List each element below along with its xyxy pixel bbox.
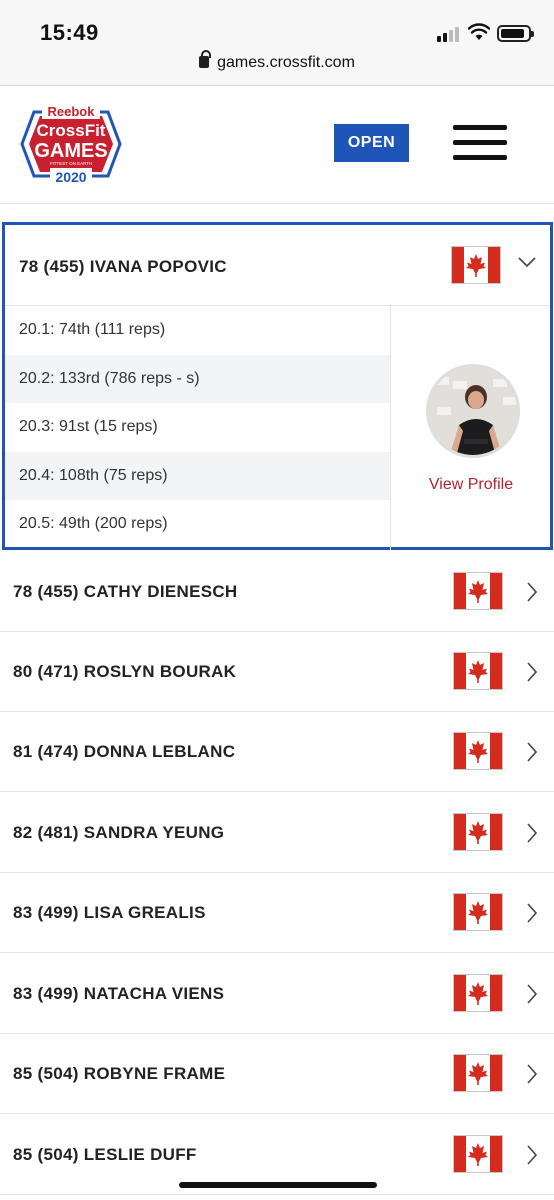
home-indicator[interactable] [179,1182,377,1188]
battery-level [501,29,525,38]
chevron-right-icon[interactable] [526,582,538,602]
avatar[interactable] [426,364,520,458]
event-score-row: 20.4: 108th (75 reps) [5,451,390,500]
event-score-row: 20.2: 133rd (786 reps - s) [5,354,390,403]
profile-pane: View Profile [392,306,550,550]
event-scores-list: 20.1: 74th (111 reps) 20.2: 133rd (786 r… [5,306,391,550]
canada-flag-icon [453,652,503,690]
url-text: games.crossfit.com [217,54,355,71]
canada-flag-icon [453,893,503,931]
status-bar: 15:49 [0,0,554,50]
svg-text:GAMES: GAMES [34,140,107,162]
battery-icon [497,25,534,42]
athlete-row[interactable]: 82 (481) SANDRA YEUNG [0,793,554,873]
athlete-name: 85 (504) LESLIE DUFF [13,1145,197,1164]
event-score-row: 20.3: 91st (15 reps) [19,418,158,436]
svg-text:FITTEST ON EARTH: FITTEST ON EARTH [50,161,93,166]
athlete-row[interactable]: 80 (471) ROSLYN BOURAK [0,632,554,712]
site-header: Reebok CrossFit GAMES FITTEST ON EARTH 2… [0,87,554,204]
hamburger-menu-icon[interactable] [453,125,509,161]
athlete-row[interactable]: 78 (455) CATHY DIENESCH [0,552,554,632]
svg-text:2020: 2020 [55,169,86,185]
chevron-right-icon[interactable] [526,903,538,923]
athlete-name: 83 (499) NATACHA VIENS [13,984,225,1003]
chevron-right-icon[interactable] [526,1145,538,1165]
view-profile-link[interactable]: View Profile [392,476,550,494]
chevron-right-icon[interactable] [526,984,538,1004]
canada-flag-icon [453,974,503,1012]
chevron-right-icon[interactable] [526,742,538,762]
cellular-signal-icon [437,26,461,42]
svg-text:CrossFit: CrossFit [37,121,106,140]
chevron-down-icon[interactable] [518,256,536,268]
canada-flag-icon [453,732,503,770]
athlete-row[interactable]: 81 (474) DONNA LEBLANC [0,712,554,792]
crossfit-games-logo[interactable]: Reebok CrossFit GAMES FITTEST ON EARTH 2… [20,104,122,186]
canada-flag-icon [453,1054,503,1092]
event-score-row: 20.1: 74th (111 reps) [19,321,166,339]
lock-icon [199,50,212,68]
canada-flag-icon [453,1135,503,1173]
chevron-right-icon[interactable] [526,823,538,843]
athlete-name: 78 (455) CATHY DIENESCH [13,582,238,601]
canada-flag-icon [453,572,503,610]
event-score-row: 20.5: 49th (200 reps) [19,515,168,533]
status-time: 15:49 [40,20,99,45]
expanded-athlete-header[interactable]: 78 (455) IVANA POPOVIC [5,225,550,306]
canada-flag-icon [453,813,503,851]
athlete-name: 80 (471) ROSLYN BOURAK [13,662,237,681]
svg-text:Reebok: Reebok [48,104,96,119]
chevron-right-icon[interactable] [526,1064,538,1084]
browser-url-bar[interactable]: games.crossfit.com [0,50,554,86]
athlete-row[interactable]: 85 (504) ROBYNE FRAME [0,1034,554,1114]
expanded-athlete-card: 78 (455) IVANA POPOVIC 20.1: 74th (111 r… [2,222,553,550]
canada-flag-icon [451,246,501,284]
athlete-name: 85 (504) ROBYNE FRAME [13,1064,226,1083]
wifi-icon [468,23,490,40]
athlete-row[interactable]: 83 (499) NATACHA VIENS [0,954,554,1034]
athlete-row[interactable]: 83 (499) LISA GREALIS [0,873,554,953]
athlete-name: 81 (474) DONNA LEBLANC [13,742,236,761]
open-button[interactable]: OPEN [334,124,409,162]
athlete-name: 78 (455) IVANA POPOVIC [19,257,227,276]
athlete-name: 82 (481) SANDRA YEUNG [13,823,225,842]
chevron-right-icon[interactable] [526,662,538,682]
athlete-name: 83 (499) LISA GREALIS [13,903,206,922]
